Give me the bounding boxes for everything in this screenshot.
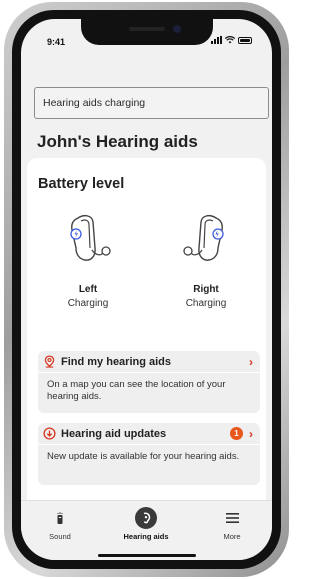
- status-time: 9:41: [47, 37, 66, 47]
- right-hearing-aid: Right Charging: [161, 210, 251, 309]
- tab-more[interactable]: More: [197, 507, 267, 541]
- battery-section-title: Battery level: [38, 176, 125, 192]
- signal-icon: [211, 36, 222, 44]
- find-hearing-aids-header[interactable]: Find my hearing aids ›: [38, 351, 260, 373]
- sound-icon: [57, 512, 63, 524]
- left-hearing-aid: Left Charging: [43, 210, 133, 309]
- wifi-icon: [225, 36, 235, 44]
- download-icon: [43, 427, 56, 440]
- speaker: [129, 27, 165, 31]
- right-side-label: Right: [193, 284, 219, 295]
- location-pin-icon: [44, 355, 55, 368]
- left-side-label: Left: [78, 284, 98, 295]
- page-title: John's Hearing aids: [37, 132, 198, 151]
- hearing-aid-updates-description: New update is available for your hearing…: [47, 451, 240, 462]
- main-card: Battery level Left Charging Right Chargi…: [27, 158, 266, 500]
- hearing-aid-updates-header[interactable]: Hearing aid updates 1 ›: [38, 423, 260, 445]
- status-toast: Hearing aids charging: [34, 87, 269, 119]
- home-indicator: [98, 554, 196, 557]
- tab-hearing-aids[interactable]: Hearing aids: [111, 507, 181, 541]
- find-hearing-aids-label: Find my hearing aids: [61, 355, 172, 368]
- notch: [81, 19, 213, 45]
- tab-more-label: More: [223, 532, 241, 541]
- tab-hearing-aids-label: Hearing aids: [123, 532, 169, 541]
- screen: 9:41 Hearing aids charging John's Hearin…: [21, 19, 272, 560]
- find-hearing-aids-card[interactable]: Find my hearing aids › On a map you can …: [38, 351, 260, 413]
- right-hearing-aid-icon: [183, 214, 224, 261]
- update-count-badge: 1: [230, 427, 243, 440]
- right-charging-status: Charging: [185, 298, 227, 309]
- find-hearing-aids-description: On a map you can see the location of you…: [47, 379, 226, 402]
- hearing-aid-updates-card[interactable]: Hearing aid updates 1 › New update is av…: [38, 423, 260, 485]
- menu-icon: [225, 513, 239, 523]
- tab-sound[interactable]: Sound: [25, 507, 95, 541]
- tab-sound-label: Sound: [49, 532, 71, 541]
- left-charging-status: Charging: [67, 298, 109, 309]
- chevron-right-icon: ›: [249, 426, 253, 441]
- hearing-aids-icon: [135, 507, 157, 529]
- battery-icon: [238, 36, 252, 44]
- left-hearing-aid-icon: [70, 214, 111, 261]
- status-icons: [211, 36, 252, 44]
- hearing-aid-updates-label: Hearing aid updates: [61, 427, 167, 440]
- chevron-right-icon: ›: [249, 354, 253, 369]
- bottom-tab-bar: Sound Hearing aids More: [21, 500, 272, 560]
- camera: [173, 25, 181, 33]
